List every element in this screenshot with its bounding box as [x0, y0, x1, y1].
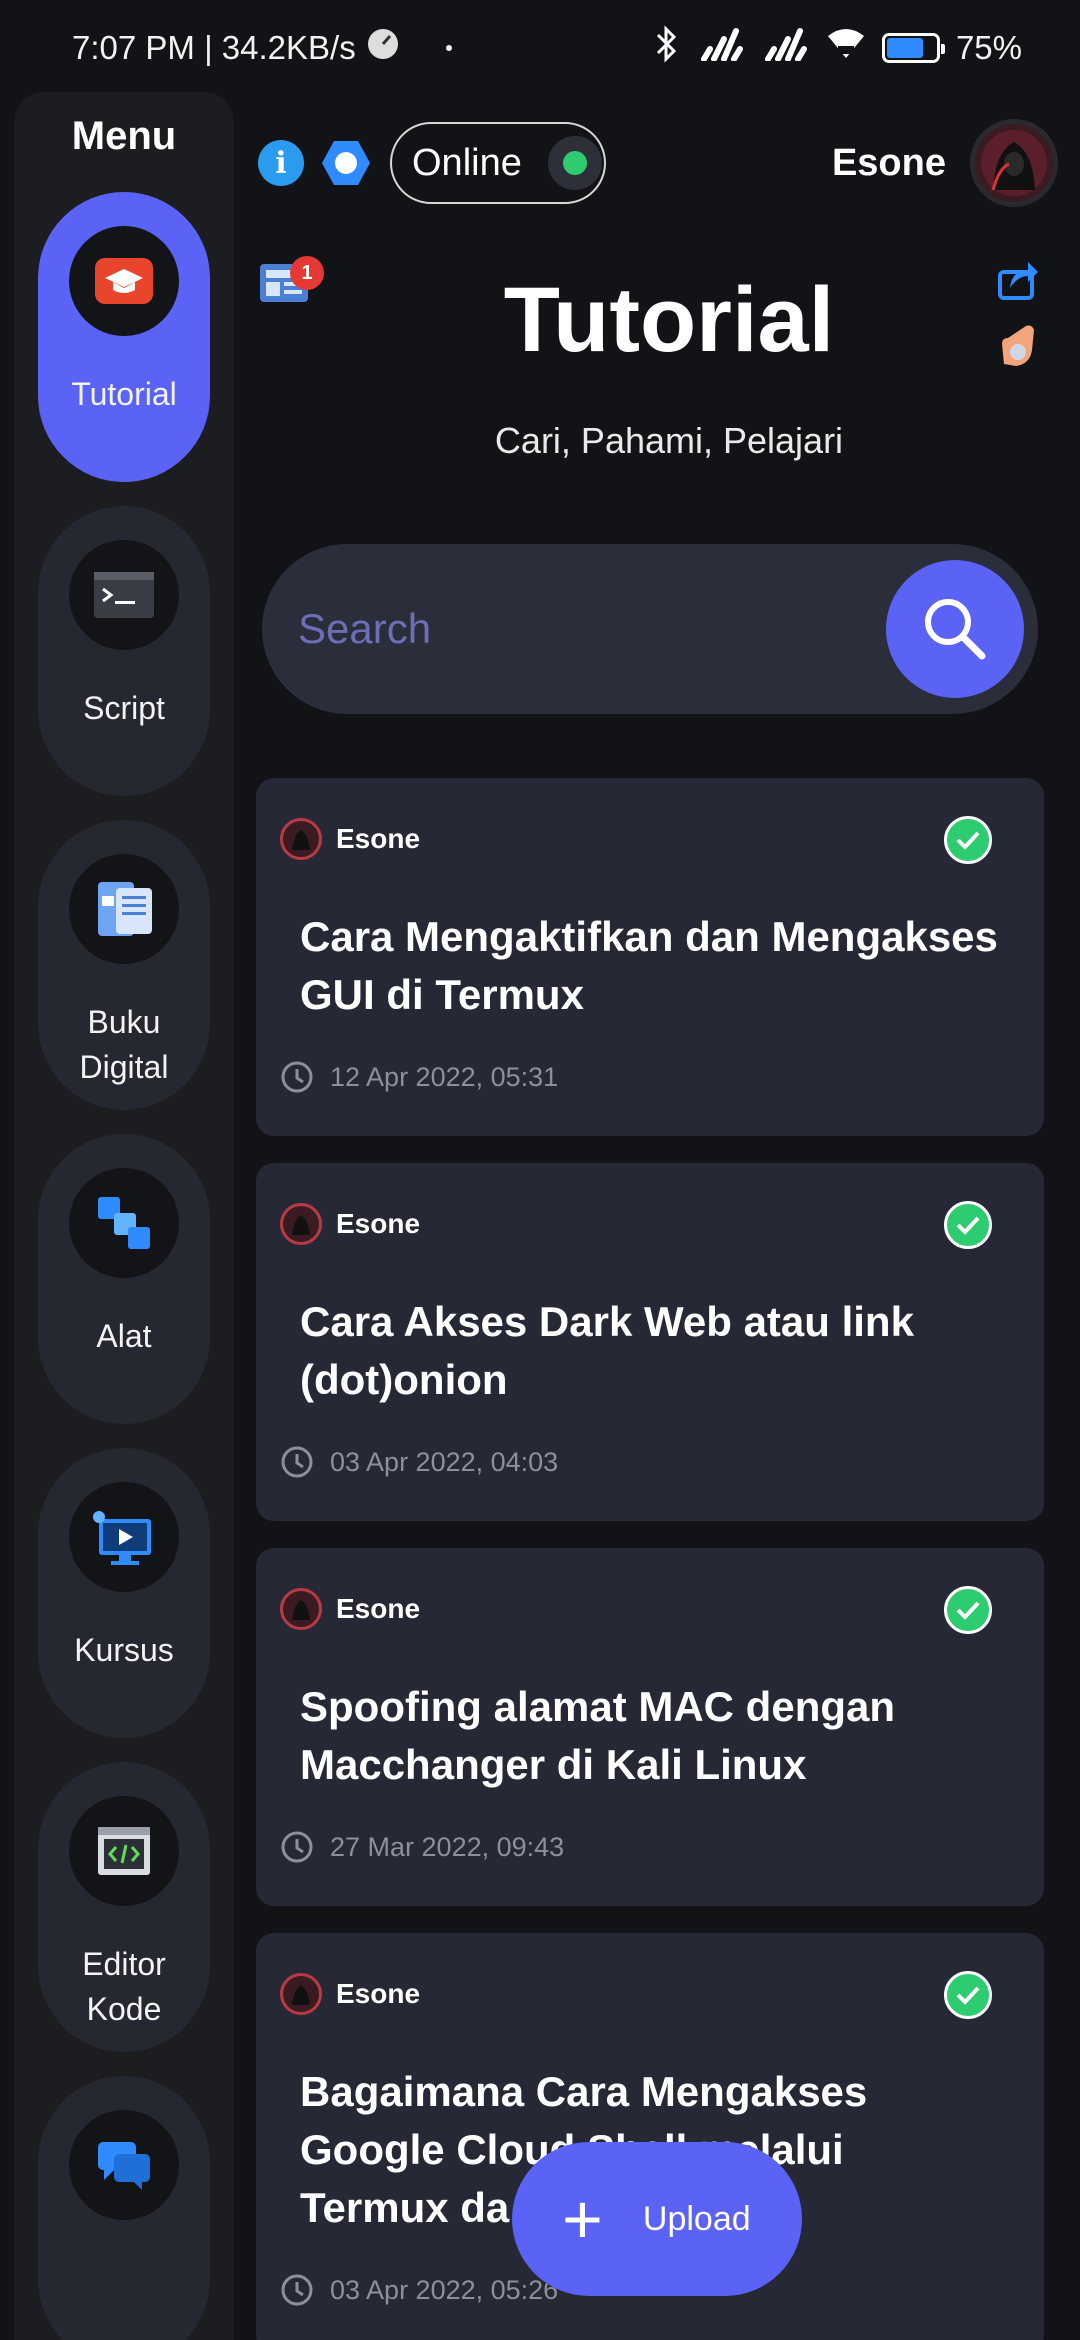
- sidebar-item-editor-kode[interactable]: Editor Kode: [38, 1762, 210, 2052]
- bluetooth-icon: [652, 25, 682, 71]
- battery-icon: [881, 33, 945, 63]
- verified-check-icon: [944, 1971, 992, 2019]
- signal-icon: [698, 27, 746, 69]
- plus-icon: +: [562, 2180, 603, 2258]
- post-title[interactable]: Cara Mengaktifkan dan Mengakses GUI di T…: [300, 908, 1000, 1024]
- sidebar-item-kursus[interactable]: Kursus: [38, 1448, 210, 1738]
- upload-button[interactable]: + Upload: [512, 2142, 802, 2296]
- clock-icon: [281, 1831, 313, 1863]
- book-icon: [98, 882, 152, 936]
- hooded-figure-icon: [981, 130, 1047, 196]
- search-input[interactable]: [298, 594, 818, 664]
- sidebar-item-label: Script: [83, 690, 165, 726]
- verified-check-icon: [944, 1201, 992, 1249]
- notification-dot: [445, 45, 452, 51]
- avatar[interactable]: [970, 119, 1058, 207]
- chat-bubbles-icon: [98, 2142, 150, 2190]
- author-avatar: [280, 1588, 322, 1630]
- sidebar-item-chat[interactable]: [38, 2076, 210, 2340]
- username[interactable]: Esone: [832, 142, 946, 185]
- sidebar-menu: Menu Tutorial Script Buku Digital Alat K…: [14, 92, 234, 2340]
- terminal-icon: [94, 572, 154, 618]
- post-date: 12 Apr 2022, 05:31: [330, 1061, 559, 1092]
- course-monitor-icon: [93, 1511, 151, 1565]
- status-bar: 7:07 PM | 34.2KB/s 75%: [0, 0, 1080, 96]
- speed-dial-icon: [366, 27, 400, 69]
- search-bar: [262, 544, 1038, 714]
- author-name: Esone: [336, 1593, 421, 1624]
- sidebar-item-label: Alat: [96, 1318, 152, 1354]
- post-date: 27 Mar 2022, 09:43: [330, 1831, 565, 1862]
- author-avatar: [280, 1973, 322, 2015]
- sidebar-item-label: Editor Kode: [82, 1946, 166, 2027]
- online-status-toggle[interactable]: Online: [390, 122, 606, 204]
- post-card[interactable]: Esone Spoofing alamat MAC dengan Macchan…: [256, 1548, 1044, 1906]
- graduation-cap-icon: [95, 258, 153, 304]
- post-date: 03 Apr 2022, 05:26: [330, 2274, 559, 2305]
- battery-percent: 75%: [955, 29, 1022, 66]
- top-header: i Online Esone: [258, 118, 1058, 208]
- status-time-speed: 7:07 PM | 34.2KB/s: [72, 29, 356, 66]
- author-avatar: [280, 1203, 322, 1245]
- online-status-label: Online: [412, 141, 522, 184]
- sidebar-item-tutorial[interactable]: Tutorial: [38, 192, 210, 482]
- page-title: Tutorial: [503, 269, 835, 371]
- post-card[interactable]: Esone Cara Akses Dark Web atau link (dot…: [256, 1163, 1044, 1521]
- sidebar-item-alat[interactable]: Alat: [38, 1134, 210, 1424]
- info-icon[interactable]: i: [258, 140, 304, 186]
- wifi-icon: [826, 28, 866, 68]
- sidebar-item-label: Buku Digital: [79, 1004, 169, 1085]
- signal-icon-2: [762, 27, 810, 69]
- post-title[interactable]: Spoofing alamat MAC dengan Macchanger di…: [300, 1678, 1000, 1794]
- author-name: Esone: [336, 823, 421, 854]
- page-subtitle: Cari, Pahami, Pelajari: [494, 420, 844, 461]
- author-name: Esone: [336, 1978, 421, 2009]
- author-avatar: [280, 818, 322, 860]
- clock-icon: [281, 2274, 313, 2306]
- clock-icon: [281, 1061, 313, 1093]
- post-card[interactable]: Esone Cara Mengaktifkan dan Mengakses GU…: [256, 778, 1044, 1136]
- code-editor-icon: [98, 1827, 150, 1875]
- author-name: Esone: [336, 1208, 421, 1239]
- post-date: 03 Apr 2022, 04:03: [330, 1446, 559, 1477]
- hexagon-settings-icon[interactable]: [318, 135, 374, 191]
- search-button[interactable]: [886, 560, 1024, 698]
- menu-title: Menu: [71, 114, 177, 158]
- sidebar-item-label: Kursus: [74, 1632, 174, 1668]
- sidebar-item-label: Tutorial: [71, 376, 177, 412]
- search-icon: [925, 599, 986, 660]
- sidebar-item-script[interactable]: Script: [38, 506, 210, 796]
- tools-blocks-icon: [98, 1197, 150, 1249]
- online-indicator: [547, 136, 602, 190]
- verified-check-icon: [944, 816, 992, 864]
- verified-check-icon: [944, 1586, 992, 1634]
- post-title[interactable]: Cara Akses Dark Web atau link (dot)onion: [300, 1293, 1000, 1409]
- clock-icon: [281, 1446, 313, 1478]
- upload-label: Upload: [642, 2199, 751, 2238]
- sidebar-item-buku-digital[interactable]: Buku Digital: [38, 820, 210, 1110]
